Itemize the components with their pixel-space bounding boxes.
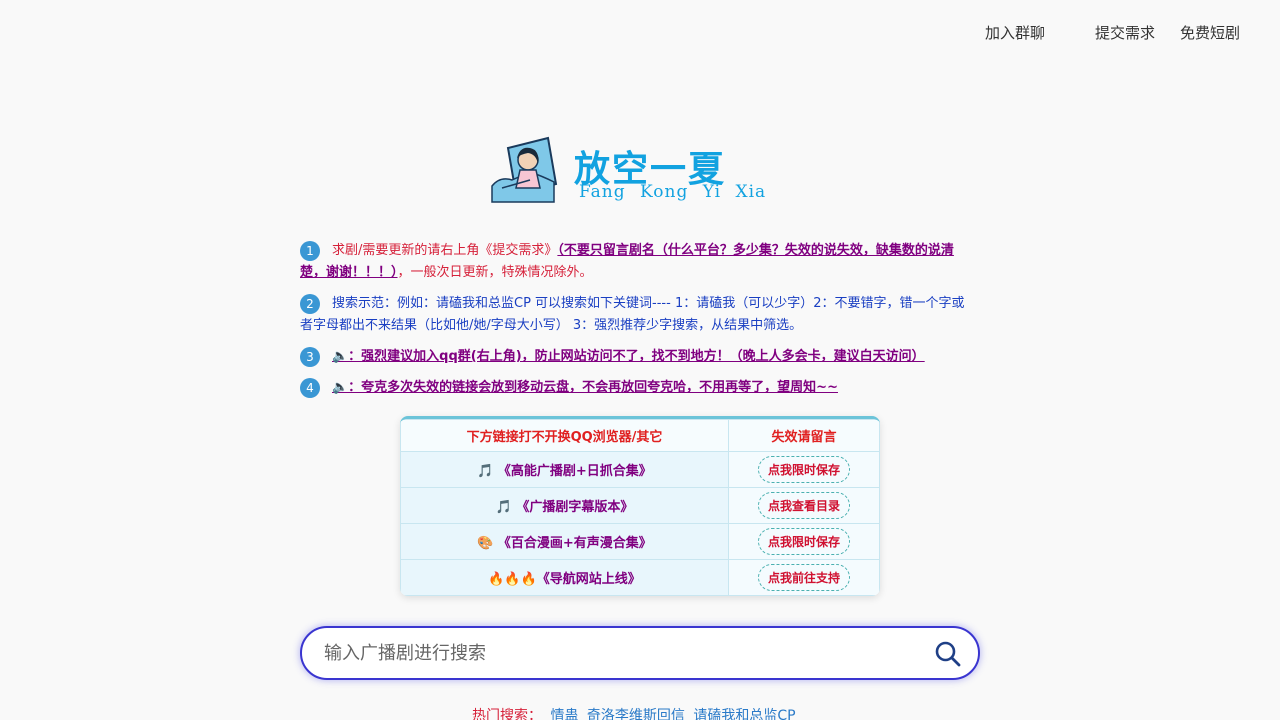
resource-title-link[interactable]: 🎵 《广播剧字幕版本》 — [400, 487, 729, 524]
table-row: 🎵 《高能广播剧+日抓合集》 点我限时保存 — [400, 451, 880, 488]
notice-link[interactable]: 🔈：强烈建议加入qq群(右上角)，防止网站访问不了，找不到地方！（晚上人多会卡，… — [332, 349, 925, 364]
top-nav: 加入群聊 提交需求 免费短剧 — [985, 22, 1240, 43]
notice-item: 4 🔈：夸克多次失效的链接会放到移动云盘，不会再放回夸克哈，不用再等了，望周知~… — [300, 377, 972, 399]
logo-girl-icon — [491, 136, 558, 203]
support-button[interactable]: 点我前往支持 — [757, 564, 850, 591]
notice-text: 求剧/需要更新的请右上角《提交需求》 — [332, 243, 558, 258]
notice-item: 1 求剧/需要更新的请右上角《提交需求》（不要只留言剧名（什么平台？多少集？失效… — [300, 240, 972, 284]
notice-number-badge: 3 — [300, 347, 320, 367]
join-group-link[interactable]: 加入群聊 — [985, 22, 1045, 43]
table-header-left: 下方链接打不开换QQ浏览器/其它 — [400, 419, 729, 452]
resource-title-link[interactable]: 🎵 《高能广播剧+日抓合集》 — [400, 451, 729, 488]
search-box — [300, 626, 980, 680]
table-row: 🎵 《广播剧字幕版本》 点我查看目录 — [400, 487, 880, 524]
hot-searches-label: 热门搜索： — [472, 708, 542, 720]
save-button[interactable]: 点我限时保存 — [757, 456, 850, 483]
notice-number-badge: 2 — [300, 294, 320, 314]
notice-item: 2 搜索示范：例如：请磕我和总监CP 可以搜索如下关键词---- 1：请磕我（可… — [300, 293, 972, 337]
table-row: 🎨 《百合漫画+有声漫合集》 点我限时保存 — [400, 523, 880, 560]
save-button[interactable]: 点我限时保存 — [757, 528, 850, 555]
notice-text: 搜索示范：例如：请磕我和总监CP 可以搜索如下关键词---- 1：请磕我（可以少… — [300, 296, 965, 333]
table-row: 🔥🔥🔥《导航网站上线》 点我前往支持 — [400, 559, 880, 596]
notice-number-badge: 1 — [300, 241, 320, 261]
site-logo[interactable]: 放空一夏 Fang Kong Yi Xia — [490, 136, 780, 206]
logo-subtitle: Fang Kong Yi Xia — [579, 182, 767, 202]
view-catalog-button[interactable]: 点我查看目录 — [757, 492, 850, 519]
notice-list: 1 求剧/需要更新的请右上角《提交需求》（不要只留言剧名（什么平台？多少集？失效… — [300, 240, 972, 408]
hot-search-link[interactable]: 情蛊 — [550, 708, 578, 720]
hot-search-link[interactable]: 奇洛李维斯回信 — [587, 708, 685, 720]
notice-tail: ，一般次日更新，特殊情况除外。 — [397, 265, 593, 280]
hot-searches: 热门搜索： 情蛊 奇洛李维斯回信 请磕我和总监CP — [472, 705, 796, 720]
free-shorts-link[interactable]: 免费短剧 — [1180, 22, 1240, 43]
search-input[interactable] — [324, 638, 904, 668]
resource-title-link[interactable]: 🎨 《百合漫画+有声漫合集》 — [400, 523, 729, 560]
notice-number-badge: 4 — [300, 378, 320, 398]
search-icon[interactable] — [934, 640, 962, 668]
resource-title-link[interactable]: 🔥🔥🔥《导航网站上线》 — [400, 559, 729, 596]
notice-item: 3 🔈：强烈建议加入qq群(右上角)，防止网站访问不了，找不到地方！（晚上人多会… — [300, 346, 972, 368]
table-header-row: 下方链接打不开换QQ浏览器/其它 失效请留言 — [400, 419, 880, 452]
notice-link[interactable]: 🔈：夸克多次失效的链接会放到移动云盘，不会再放回夸克哈，不用再等了，望周知~~ — [332, 380, 838, 395]
hot-search-link[interactable]: 请磕我和总监CP — [693, 708, 795, 720]
table-header-right: 失效请留言 — [728, 419, 880, 452]
submit-request-link[interactable]: 提交需求 — [1095, 22, 1155, 43]
resource-table: 下方链接打不开换QQ浏览器/其它 失效请留言 🎵 《高能广播剧+日抓合集》 点我… — [400, 416, 880, 596]
